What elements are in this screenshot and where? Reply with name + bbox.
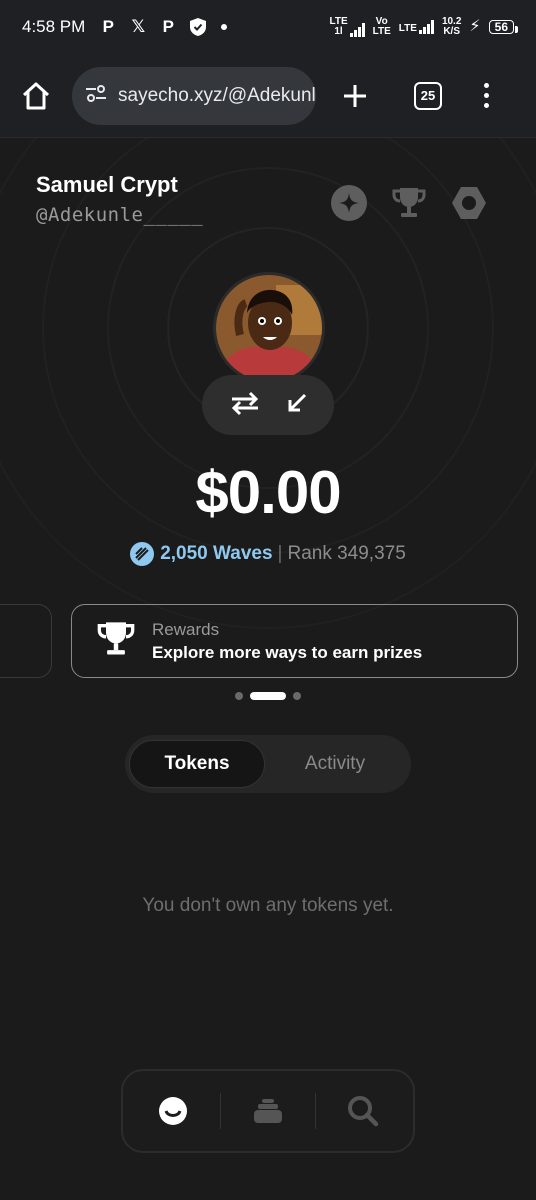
search-icon[interactable] xyxy=(333,1081,393,1141)
swap-arrows-icon[interactable] xyxy=(228,390,262,421)
signal-2: LTE xyxy=(399,20,434,34)
p-icon: P xyxy=(162,17,174,36)
transfer-actions xyxy=(202,375,334,435)
battery-level: 56 xyxy=(488,20,519,34)
settings-hexagon-icon[interactable] xyxy=(450,184,488,222)
site-settings-icon[interactable] xyxy=(84,81,108,110)
rank-value[interactable]: Rank 349,375 xyxy=(287,543,405,565)
net-speed: 10.2 K/S xyxy=(442,17,461,37)
signal-bars-icon xyxy=(349,23,365,37)
avatar[interactable] xyxy=(213,272,325,384)
empty-state-message: You don't own any tokens yet. xyxy=(142,895,394,916)
waves-rank-row: 2,050 Waves | Rank 349,375 xyxy=(0,542,536,566)
profile-name: Samuel Crypt xyxy=(36,172,178,197)
rewards-label: Rewards xyxy=(152,619,220,639)
browser-toolbar: sayecho.xyz/@Adekunle_____ 25 xyxy=(0,54,536,138)
stats-separator: | xyxy=(277,543,283,564)
tab-switcher-button[interactable]: 25 xyxy=(414,81,442,110)
address-bar[interactable]: sayecho.xyz/@Adekunle_____ xyxy=(72,66,316,125)
x-icon: 𝕏 xyxy=(131,17,146,36)
net-label-2: LTE xyxy=(398,23,417,34)
signal-bars-icon xyxy=(418,20,434,34)
bottom-navigation xyxy=(121,1069,415,1153)
profile-smile-icon[interactable] xyxy=(143,1081,203,1141)
asset-tabs: Tokens Activity xyxy=(125,735,411,793)
waves-icon xyxy=(130,542,155,566)
nav-divider xyxy=(314,1093,316,1129)
carousel-dot[interactable] xyxy=(293,692,301,700)
new-tab-icon[interactable] xyxy=(340,81,370,111)
tab-activity[interactable]: Activity xyxy=(267,740,403,788)
profile-actions xyxy=(330,184,488,222)
trophy-icon xyxy=(96,619,136,664)
sparkle-icon[interactable] xyxy=(330,184,368,222)
status-indicators: LTE 1l Vo LTE LTE 10.2 K/S ⚡ 56 xyxy=(329,17,519,37)
more-menu-icon[interactable] xyxy=(484,83,489,108)
nav-divider xyxy=(220,1093,222,1129)
net-sub-1: 1l xyxy=(334,26,343,37)
p-icon: P xyxy=(102,17,114,36)
carousel-card-previous[interactable] xyxy=(0,604,52,678)
status-bar: 4:58 PM P 𝕏 P LTE 1l Vo LTE LTE 10.2 K/S ⚡ … xyxy=(0,0,536,54)
carousel-dot-active[interactable] xyxy=(250,692,286,700)
rewards-card[interactable]: Rewards Explore more ways to earn prizes xyxy=(71,604,518,678)
trophy-icon[interactable] xyxy=(390,184,428,222)
waves-count[interactable]: 2,050 Waves xyxy=(160,543,272,565)
shield-icon xyxy=(189,18,207,36)
carousel-pagination xyxy=(0,692,536,700)
stack-icon[interactable] xyxy=(238,1081,298,1141)
url-text[interactable]: sayecho.xyz/@Adekunle_____ xyxy=(118,85,316,107)
home-icon[interactable] xyxy=(18,78,54,114)
dot-icon xyxy=(221,24,228,30)
volte-bottom: LTE xyxy=(372,26,391,37)
charging-icon: ⚡ xyxy=(469,18,481,35)
tab-tokens[interactable]: Tokens xyxy=(129,740,265,788)
signal-1: LTE 1l xyxy=(329,17,365,37)
volte-indicator: Vo LTE xyxy=(373,17,391,37)
status-time: 4:58 PM xyxy=(22,17,86,36)
rewards-description: Explore more ways to earn prizes xyxy=(152,642,423,662)
receive-arrow-icon[interactable] xyxy=(286,392,308,419)
wallet-balance: $0.00 xyxy=(195,459,341,526)
speed-unit: K/S xyxy=(443,26,460,37)
profile-handle: @Adekunle_____ xyxy=(36,204,204,226)
carousel-dot[interactable] xyxy=(235,692,243,700)
rewards-card-text: Rewards Explore more ways to earn prizes xyxy=(152,620,422,663)
